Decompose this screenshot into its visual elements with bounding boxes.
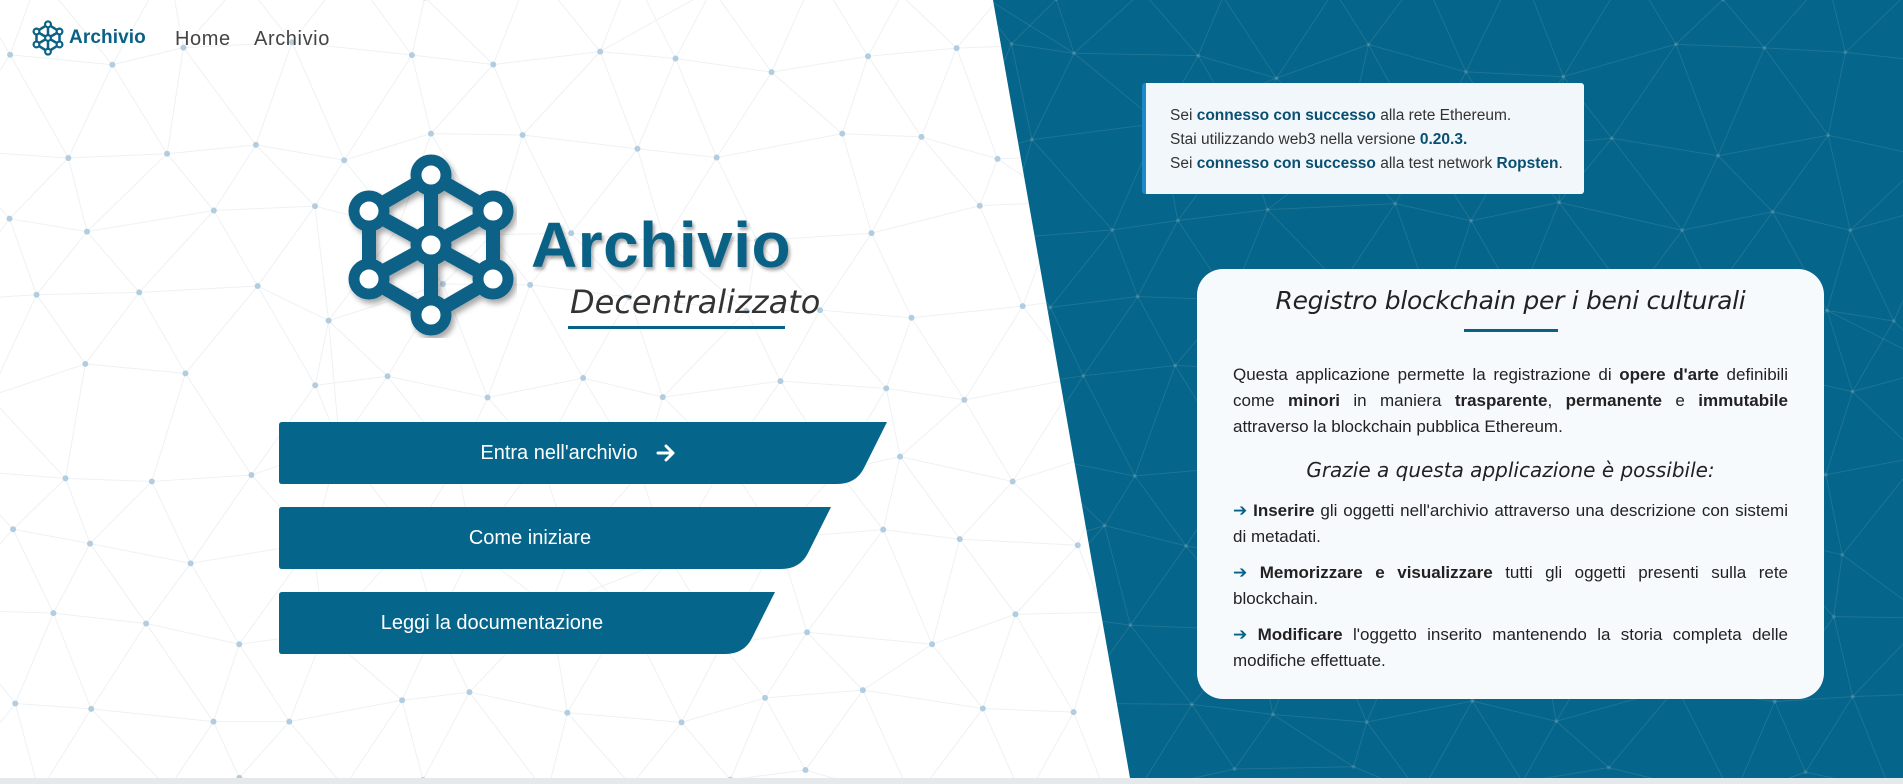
arrow-right-icon: ➔ xyxy=(1233,563,1260,582)
molecule-network-icon xyxy=(32,20,64,56)
nav-archivio-link[interactable]: Archivio xyxy=(254,28,330,51)
alert-line-testnet: Sei connesso con successo alla test netw… xyxy=(1170,155,1563,172)
get-started-label: Come iniziare xyxy=(468,526,592,549)
feature-item-store: ➔ Memorizzare e visualizzare tutti gli o… xyxy=(1233,563,1788,608)
hero-subtitle-underline xyxy=(568,326,785,329)
arrow-right-icon: ➔ xyxy=(1233,501,1254,520)
hero-title: Archivio xyxy=(531,209,792,281)
alert-line-network: Sei connesso con successo alla rete Ethe… xyxy=(1170,107,1512,124)
brand-link[interactable]: Archivio xyxy=(30,20,146,56)
enter-archive-button[interactable]: Entra nell'archivio xyxy=(279,422,887,484)
card-possible-heading: Grazie a questa applicazione è possibile… xyxy=(1306,458,1715,482)
alert-line-web3: Stai utilizzando web3 nella versione 0.2… xyxy=(1170,131,1468,148)
feature-item-insert: ➔ Inserire gli oggetti nell'archivio att… xyxy=(1233,501,1788,546)
archivio-logo-icon xyxy=(348,154,514,336)
navbar: Archivio Home Archivio xyxy=(0,0,900,78)
arrow-right-icon: ➔ xyxy=(1233,625,1258,644)
footer-strip xyxy=(0,778,1903,784)
read-docs-label: Leggi la documentazione xyxy=(380,611,604,634)
enter-archive-label: Entra nell'archivio xyxy=(480,441,638,464)
feature-item-modify: ➔ Modificare l'oggetto inserito mantenen… xyxy=(1233,625,1789,670)
landing-page: Archivio Home Archivio Archivio Decentra… xyxy=(0,0,1903,778)
card-title: Registro blockchain per i beni culturali xyxy=(1275,286,1746,315)
get-started-button[interactable]: Come iniziare xyxy=(279,507,831,569)
nav-home-link[interactable]: Home xyxy=(175,28,231,51)
brand-name: Archivio xyxy=(69,27,146,48)
connection-status-alert: Sei connesso con successo alla rete Ethe… xyxy=(1142,83,1584,194)
card-intro: Questa applicazione permette la registra… xyxy=(1233,365,1788,436)
info-card: Registro blockchain per i beni culturali… xyxy=(1197,269,1824,699)
hero-subtitle: Decentralizzato xyxy=(570,283,821,321)
card-title-underline xyxy=(1463,329,1558,332)
arrow-right-icon xyxy=(656,444,675,462)
read-docs-button[interactable]: Leggi la documentazione xyxy=(279,592,775,654)
